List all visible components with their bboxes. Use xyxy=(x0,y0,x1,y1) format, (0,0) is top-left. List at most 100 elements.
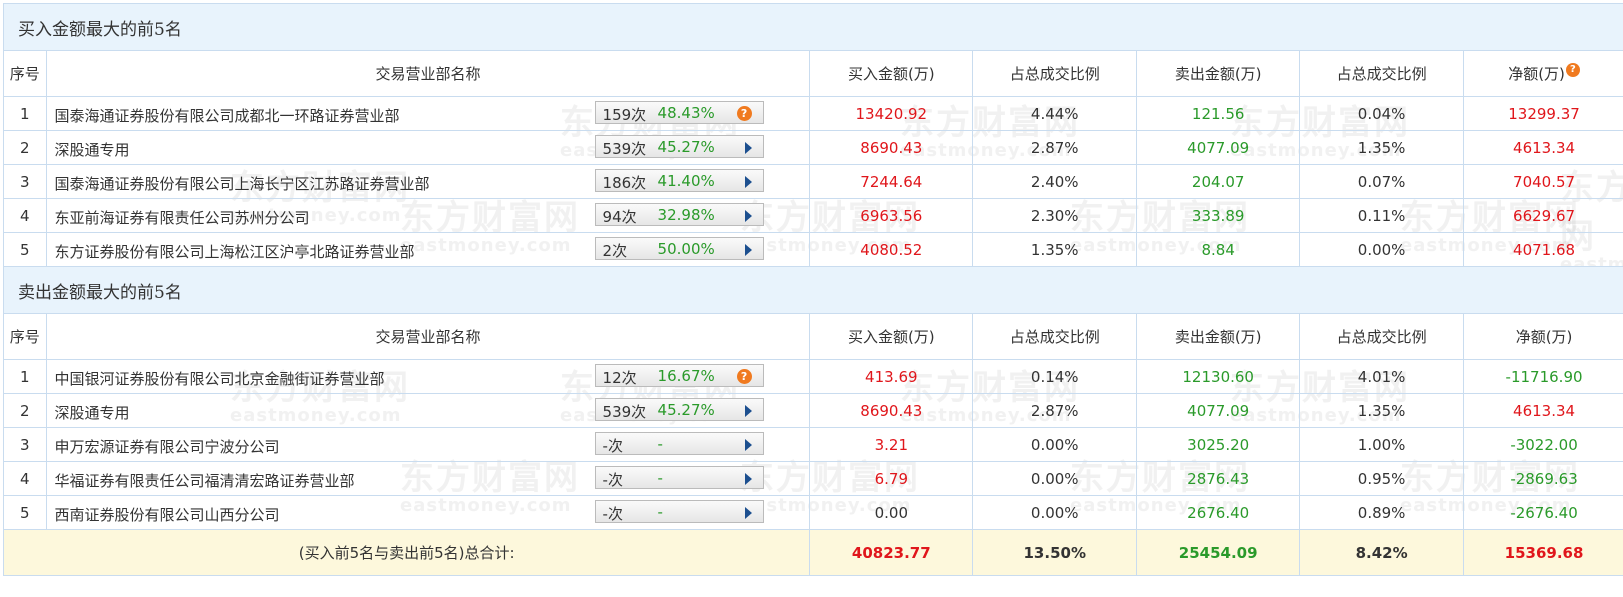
total-sell: 25454.09 xyxy=(1136,529,1301,576)
net-amount: 13299.37 xyxy=(1463,96,1623,131)
buy-header-branch-name-label: 交易营业部名称 xyxy=(375,65,481,83)
branch-name-link[interactable]: 西南证券股份有限公司山西分公司 xyxy=(55,504,280,525)
buy-header-buy-amount: 买入金额(万) xyxy=(809,50,974,97)
question-icon[interactable]: ? xyxy=(736,369,752,384)
trading-seats-table: 买入金额最大的前5名 序号 交易营业部名称 买入金额(万) 占总成交比例 卖出金额(万) 占… xyxy=(2,3,1623,576)
table-row: 5 东方证券股份有限公司上海松江区沪亭北路证券营业部 2次 50.00% 4080.52… xyxy=(3,232,1623,267)
buy-header-index-label: 序号 xyxy=(9,65,40,83)
arrow-right-icon[interactable] xyxy=(744,439,752,451)
branch-cell-content: 中国银河证券股份有限公司北京金融街证券营业部 12次 16.67%? xyxy=(47,361,809,393)
buy-header-sell-amount: 卖出金额(万) xyxy=(1136,50,1301,97)
on-list-stats-button[interactable]: -次 - xyxy=(594,500,764,523)
on-list-count: -次 xyxy=(602,471,623,489)
sell-header-sell-ratio-label: 占总成交比例 xyxy=(1336,328,1427,346)
branch-name-link[interactable]: 东亚前海证券有限责任公司苏州分公司 xyxy=(55,207,310,228)
branch-cell: 深股通专用 539次 45.27% xyxy=(45,130,811,165)
sell-header-net-amount-label: 净额(万) xyxy=(1515,328,1573,346)
branch-cell-content: 华福证券有限责任公司福清清宏路证券营业部 -次 - xyxy=(47,463,809,495)
sell-header-buy-amount-label: 买入金额(万) xyxy=(847,328,935,346)
sell-ratio: 0.11% xyxy=(1299,198,1465,233)
net-amount: 4613.34 xyxy=(1463,130,1623,165)
net-amount: -2869.63 xyxy=(1463,461,1623,496)
arrow-right-icon[interactable] xyxy=(744,210,752,222)
rise-probability: - xyxy=(657,469,663,487)
branch-name-link[interactable]: 华福证券有限责任公司福清清宏路证券营业部 xyxy=(55,470,355,491)
sell-ratio: 0.00% xyxy=(1299,232,1465,267)
arrow-right-icon[interactable] xyxy=(744,507,752,519)
row-index: 5 xyxy=(3,495,47,530)
arrow-right-icon[interactable] xyxy=(744,142,752,154)
buy-amount: 7244.64 xyxy=(809,164,974,199)
sell-amount: 3025.20 xyxy=(1136,427,1301,462)
table-row: 3 国泰海通证券股份有限公司上海长宁区江苏路证券营业部 186次 41.40% 7244… xyxy=(3,164,1623,199)
arrow-right-icon[interactable] xyxy=(744,473,752,485)
on-list-stats-button[interactable]: -次 - xyxy=(594,466,764,489)
buy-ratio: 0.00% xyxy=(972,461,1138,496)
total-buy-ratio: 13.50% xyxy=(972,529,1138,576)
arrow-right-icon[interactable] xyxy=(744,405,752,417)
row-index: 1 xyxy=(3,359,47,394)
dragon-tiger-board: 东方财富网 eastmoney.com 东方财富网 eastmoney.com 东方财富… xyxy=(0,0,1623,597)
sell-ratio: 4.01% xyxy=(1299,359,1465,394)
on-list-stats-button[interactable]: 539次 45.27% xyxy=(594,398,764,421)
sell-header-buy-amount: 买入金额(万) xyxy=(809,313,974,360)
total-row: (买入前5名与卖出前5名)总合计: 40823.77 13.50% 25454.09 8… xyxy=(2,529,1623,576)
buy-amount: 6963.56 xyxy=(809,198,974,233)
sell-header-buy-ratio: 占总成交比例 xyxy=(972,313,1138,360)
buy-ratio: 0.14% xyxy=(972,359,1138,394)
row-index: 1 xyxy=(3,96,47,131)
on-list-count: 2次 xyxy=(602,242,628,260)
buy-header-buy-ratio-label: 占总成交比例 xyxy=(1009,65,1100,83)
on-list-stats-button[interactable]: 2次 50.00% xyxy=(594,237,764,260)
branch-cell: 东方证券股份有限公司上海松江区沪亭北路证券营业部 2次 50.00% xyxy=(45,232,811,267)
sell-header-sell-amount-label: 卖出金额(万) xyxy=(1174,328,1262,346)
branch-name-link[interactable]: 国泰海通证券股份有限公司上海长宁区江苏路证券营业部 xyxy=(55,173,430,194)
row-index: 2 xyxy=(3,393,47,428)
on-list-stats-button[interactable]: 159次 48.43%? xyxy=(594,101,764,124)
row-index: 3 xyxy=(3,164,47,199)
on-list-count: -次 xyxy=(602,437,623,455)
arrow-right-icon[interactable] xyxy=(744,176,752,188)
on-list-stats-button[interactable]: 94次 32.98% xyxy=(594,203,764,226)
arrow-right-icon[interactable] xyxy=(744,244,752,256)
branch-name-link[interactable]: 中国银河证券股份有限公司北京金融街证券营业部 xyxy=(55,368,385,389)
net-help-icon[interactable]: ? xyxy=(1565,63,1580,77)
table-row: 3 申万宏源证券有限公司宁波分公司 -次 - 3.21 0.00% 3025.20 1.00%… xyxy=(3,427,1623,462)
rise-probability: 50.00% xyxy=(657,240,715,258)
on-list-stats-button[interactable]: 12次 16.67%? xyxy=(594,364,764,387)
on-list-count: 186次 xyxy=(602,174,647,192)
on-list-stats-button[interactable]: -次 - xyxy=(594,432,764,455)
sell-header-index-label: 序号 xyxy=(9,328,40,346)
on-list-count: 12次 xyxy=(602,369,637,387)
net-amount: 4613.34 xyxy=(1463,393,1623,428)
buy-header-index: 序号 xyxy=(3,50,47,97)
buy-header-branch-name: 交易营业部名称 xyxy=(45,50,811,97)
on-list-count: -次 xyxy=(602,505,623,523)
branch-cell: 国泰海通证券股份有限公司成都北一环路证券营业部 159次 48.43%? xyxy=(45,96,811,131)
sell-ratio: 0.07% xyxy=(1299,164,1465,199)
branch-name-link[interactable]: 国泰海通证券股份有限公司成都北一环路证券营业部 xyxy=(55,105,400,126)
buy-ratio: 2.87% xyxy=(972,393,1138,428)
branch-name-link[interactable]: 申万宏源证券有限公司宁波分公司 xyxy=(55,436,280,457)
table-row: 2 深股通专用 539次 45.27% 8690.43 2.87% 4077.09 1.35%… xyxy=(3,393,1623,428)
sell-amount: 121.56 xyxy=(1136,96,1301,131)
branch-name-link[interactable]: 深股通专用 xyxy=(55,139,130,160)
net-amount: 7040.57 xyxy=(1463,164,1623,199)
branch-cell-content: 深股通专用 539次 45.27% xyxy=(47,395,809,427)
sell-amount: 4077.09 xyxy=(1136,130,1301,165)
branch-name-link[interactable]: 东方证券股份有限公司上海松江区沪亭北路证券营业部 xyxy=(55,241,415,262)
branch-name-link[interactable]: 深股通专用 xyxy=(55,402,130,423)
sell-ratio: 0.95% xyxy=(1299,461,1465,496)
sell-ratio: 0.89% xyxy=(1299,495,1465,530)
total-sell-ratio: 8.42% xyxy=(1299,529,1465,576)
buy-amount: 8690.43 xyxy=(809,393,974,428)
branch-cell: 深股通专用 539次 45.27% xyxy=(45,393,811,428)
question-icon[interactable]: ? xyxy=(736,106,752,121)
on-list-stats-button[interactable]: 186次 41.40% xyxy=(594,169,764,192)
row-index: 2 xyxy=(3,130,47,165)
buy-ratio: 4.44% xyxy=(972,96,1138,131)
branch-cell: 东亚前海证券有限责任公司苏州分公司 94次 32.98% xyxy=(45,198,811,233)
sell-ratio: 1.35% xyxy=(1299,393,1465,428)
sell-amount: 8.84 xyxy=(1136,232,1301,267)
on-list-stats-button[interactable]: 539次 45.27% xyxy=(594,135,764,158)
